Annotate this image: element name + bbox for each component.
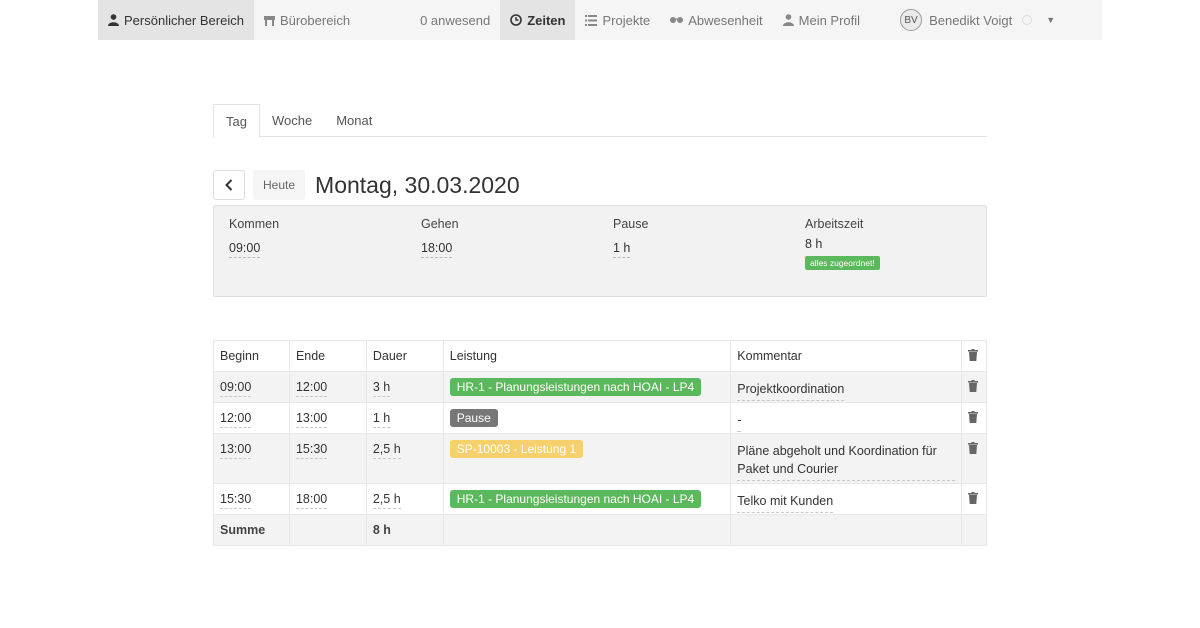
table-row: 12:00 13:00 1 h Pause - <box>213 402 988 434</box>
row-comment[interactable]: - <box>737 411 742 432</box>
nav-absence[interactable]: Abwesenheit <box>660 0 772 40</box>
status-indicator-icon <box>1022 15 1033 25</box>
gehen-label: Gehen <box>421 217 459 231</box>
row-end[interactable]: 13:00 <box>295 411 328 428</box>
page-title: Montag, 30.03.2020 <box>315 171 520 198</box>
arbeitszeit-value: 8 h <box>805 237 823 251</box>
delete-row-button[interactable] <box>960 483 988 515</box>
trash-icon <box>967 492 978 507</box>
nav-personal-label: Persönlicher Bereich <box>124 12 244 28</box>
row-end[interactable]: 12:00 <box>295 380 328 397</box>
kommen-value[interactable]: 09:00 <box>229 241 261 258</box>
table-header: Beginn Ende Dauer Leistung Kommentar <box>213 340 988 372</box>
summary-arbeitszeit: Arbeitszeit 8 h alles zugeordnet! <box>805 217 880 270</box>
user-icon <box>108 14 119 26</box>
row-begin[interactable]: 15:30 <box>220 492 252 509</box>
sum-value: 8 h <box>365 514 444 546</box>
nav-personal-area[interactable]: Persönlicher Bereich <box>98 0 254 40</box>
nav-profile[interactable]: Mein Profil <box>773 0 870 40</box>
row-duration[interactable]: 3 h <box>372 380 391 397</box>
avatar: BV <box>900 9 923 31</box>
pause-value[interactable]: 1 h <box>613 241 631 258</box>
column-header-duration: Dauer <box>365 340 444 372</box>
gehen-value[interactable]: 18:00 <box>421 241 453 258</box>
delete-row-button[interactable] <box>960 433 988 484</box>
row-comment[interactable]: Projektkoordination <box>737 380 845 401</box>
table-row: 09:00 12:00 3 h HR-1 - Planungsleistunge… <box>213 371 988 403</box>
column-header-end: Ende <box>288 340 367 372</box>
row-end[interactable]: 15:30 <box>295 442 328 459</box>
sunglasses-icon <box>670 17 684 23</box>
today-button[interactable]: Heute <box>253 170 306 200</box>
sum-label: Summe <box>213 514 290 546</box>
row-duration[interactable]: 2,5 h <box>372 492 401 509</box>
tab-day[interactable]: Tag <box>213 104 260 138</box>
row-begin[interactable]: 12:00 <box>220 411 252 428</box>
column-header-comment: Kommentar <box>730 340 962 372</box>
row-duration[interactable]: 2,5 h <box>372 442 401 459</box>
view-tabs: Tag Woche Monat <box>213 104 987 138</box>
user-name: Benedikt Voigt <box>929 12 1013 28</box>
nav-projects-label: Projekte <box>602 12 651 28</box>
service-tag[interactable]: HR-1 - Planungsleistungen nach HOAI - LP… <box>449 490 702 508</box>
nav-absence-label: Abwesenheit <box>688 12 763 28</box>
desk-icon <box>263 15 275 26</box>
clock-icon <box>510 14 522 26</box>
trash-icon <box>967 411 978 426</box>
arbeitszeit-label: Arbeitszeit <box>805 217 864 231</box>
row-duration[interactable]: 1 h <box>372 411 391 428</box>
service-tag[interactable]: Pause <box>449 409 498 427</box>
delete-row-button[interactable] <box>960 402 988 434</box>
row-begin[interactable]: 13:00 <box>220 442 252 459</box>
nav-times[interactable]: Zeiten <box>500 0 576 40</box>
day-summary-panel: Kommen 09:00 Gehen 18:00 Pause 1 h Arbei… <box>213 205 987 297</box>
nav-office-label: Bürobereich <box>279 12 351 28</box>
list-icon <box>585 14 598 26</box>
row-begin[interactable]: 09:00 <box>220 380 252 397</box>
user-menu[interactable]: BV Benedikt Voigt ▼ <box>890 0 1065 40</box>
trash-icon <box>967 380 978 395</box>
nav-projects[interactable]: Projekte <box>575 0 660 40</box>
delete-row-button[interactable] <box>960 371 988 403</box>
user-icon <box>782 14 794 26</box>
row-comment[interactable]: Telko mit Kunden <box>737 492 834 513</box>
nav-profile-label: Mein Profil <box>798 12 861 28</box>
column-header-begin: Beginn <box>213 340 290 372</box>
date-navigation: Heute Montag, 30.03.2020 <box>213 170 520 200</box>
service-tag[interactable]: HR-1 - Planungsleistungen nach HOAI - LP… <box>449 378 702 396</box>
table-row: 13:00 15:30 2,5 h SP-10003 - Leistung 1 … <box>213 433 988 484</box>
status-badge: alles zugeordnet! <box>805 256 880 270</box>
tab-month[interactable]: Monat <box>324 104 384 137</box>
nav-office-area[interactable]: Bürobereich <box>254 0 360 40</box>
service-tag[interactable]: SP-10003 - Leistung 1 <box>449 440 584 458</box>
summary-kommen: Kommen 09:00 <box>229 217 279 258</box>
table-row: 15:30 18:00 2,5 h HR-1 - Planungsleistun… <box>213 483 988 515</box>
row-end[interactable]: 18:00 <box>295 492 328 509</box>
chevron-left-icon <box>225 179 233 191</box>
sum-row: Summe 8 h <box>213 514 988 546</box>
trash-icon <box>967 442 978 457</box>
pause-label: Pause <box>613 217 649 231</box>
delete-all-button[interactable] <box>960 340 988 372</box>
previous-day-button[interactable] <box>213 170 245 200</box>
tab-week[interactable]: Woche <box>260 104 324 137</box>
nav-present-label: 0 anwesend <box>420 12 491 28</box>
kommen-label: Kommen <box>229 217 280 231</box>
column-header-service: Leistung <box>442 340 732 372</box>
summary-gehen: Gehen 18:00 <box>421 217 459 258</box>
nav-present-count[interactable]: 0 anwesend <box>410 0 500 40</box>
trash-icon <box>967 348 978 364</box>
nav-times-label: Zeiten <box>527 12 566 28</box>
top-navigation: Persönlicher Bereich Bürobereich 0 anwes… <box>98 0 1102 40</box>
time-entries-table: Beginn Ende Dauer Leistung Kommentar 09:… <box>213 340 988 546</box>
summary-pause: Pause 1 h <box>613 217 648 258</box>
chevron-down-icon: ▼ <box>1046 15 1056 25</box>
row-comment[interactable]: Pläne abgeholt und Koordination für Pake… <box>737 442 955 481</box>
